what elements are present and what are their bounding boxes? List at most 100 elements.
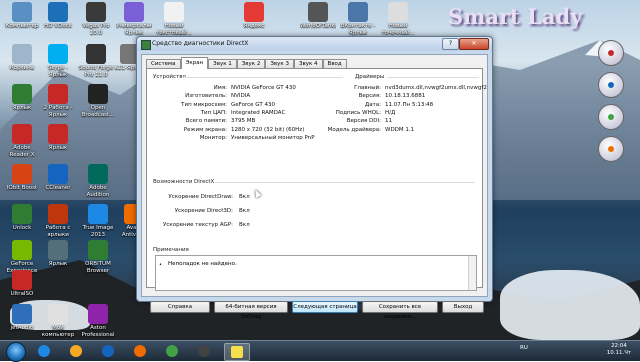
notes-box[interactable]: • Неполадок не найдено. xyxy=(155,255,477,291)
desktop-icon-label: Vegas Pro 10.0 xyxy=(82,23,110,36)
desktop-icon-label: UltraISO xyxy=(10,291,34,297)
taskbar-media-player-button[interactable] xyxy=(96,343,120,359)
watermark: Smart Lady xyxy=(448,4,583,29)
device-row-memory: Всего памяти: 3795 MB xyxy=(185,118,256,125)
app-icon xyxy=(12,270,32,290)
taskbar-dxdiag-button[interactable] xyxy=(224,343,250,361)
taskbar-explorer-button[interactable] xyxy=(64,343,88,359)
help-button[interactable]: Справка xyxy=(150,301,210,313)
desktop-icon[interactable]: True Image 2013 xyxy=(80,204,116,238)
next-page-button[interactable]: Следующая страница xyxy=(292,301,358,313)
driver-row-model: Модель драйвера: WDDM 1.1 xyxy=(327,126,415,133)
app-icon xyxy=(48,204,68,224)
desktop-icon[interactable]: CCleaner xyxy=(40,164,76,198)
desktop-icon[interactable]: Универсальн... Ярлык xyxy=(116,2,152,36)
app-icon xyxy=(12,44,32,64)
features-heading: Возможности DirectX xyxy=(153,179,215,185)
desktop-icon-label: HD VDeck xyxy=(44,23,72,29)
desktop-icon[interactable]: UltraISO xyxy=(4,270,40,304)
driver-row-main: Главный: nvd3dumx.dll,nvwgf2umx.dll,nvwg… xyxy=(354,85,487,91)
desktop-icon[interactable]: Adobe Audition xyxy=(80,164,116,198)
desktop-icon[interactable]: 2 Работа - Ярлык xyxy=(40,84,76,118)
exit-button[interactable]: Выход xyxy=(442,301,484,313)
desktop-icon[interactable]: ORBITUM Browser xyxy=(80,240,116,274)
start-button[interactable] xyxy=(6,342,26,362)
desktop-icon[interactable]: Ярлык xyxy=(4,84,40,118)
device-row-manufacturer: Изготовитель: NVIDIA xyxy=(185,93,251,100)
desktop-icon[interactable]: Новый точечный... xyxy=(380,2,416,36)
desktop-icon-label: Adobe Audition xyxy=(86,185,110,198)
taskbar-chrome-button[interactable] xyxy=(160,343,184,359)
desktop-icon[interactable]: Unlock xyxy=(4,204,40,238)
desktop-icon[interactable]: Корзина xyxy=(4,44,40,78)
desktop-icon[interactable]: HD VDeck xyxy=(40,2,76,36)
window-titlebar[interactable]: Средство диагностики DirectX ? ✕ xyxy=(137,37,492,51)
desktop-icon[interactable]: Aston Professional xyxy=(80,304,116,338)
device-row-mode: Режим экрана: 1280 x 720 (32 bit) (60Hz) xyxy=(183,126,305,133)
desktop-icon-label: True Image 2013 xyxy=(82,225,114,238)
app-icon xyxy=(48,2,68,22)
tab-display[interactable]: Экран xyxy=(180,57,209,69)
desktop-icon-label: Ярлык xyxy=(12,105,32,111)
gadget-icon[interactable] xyxy=(598,136,624,162)
taskbar-firefox-button[interactable] xyxy=(128,343,152,359)
gadget-icon[interactable] xyxy=(598,40,624,66)
desktop-icon-label: Корзина xyxy=(9,65,35,71)
device-heading: Устройство xyxy=(153,74,186,80)
desktop-icon[interactable]: Skype - Ярлык xyxy=(40,44,76,78)
chrome-icon xyxy=(166,345,178,357)
desktop-icon[interactable]: Vegas Pro 10.0 xyxy=(78,2,114,36)
desktop-icon[interactable]: Компьютер xyxy=(4,2,40,36)
taskbar: RU 22:04 10.11.Чт xyxy=(0,340,640,362)
desktop-icon[interactable]: Sound Forge Pro 11.0 xyxy=(78,44,114,78)
dxdiag64-button[interactable]: 64-битная версия DxDiag xyxy=(214,301,288,320)
app-icon xyxy=(12,204,32,224)
desktop-icon-label: ВКонтакте - Ярлык xyxy=(340,23,376,36)
gadget-icon[interactable] xyxy=(598,104,624,130)
desktop-icon[interactable]: Adobe Reader X xyxy=(4,124,40,158)
desktop-icon[interactable]: jetAudio xyxy=(4,304,40,338)
app-icon xyxy=(12,124,32,144)
desktop-icon[interactable]: Работа с ярлыки xyxy=(40,204,76,238)
app-icon xyxy=(12,2,32,22)
desktop-icon-label: Новый текстовый... xyxy=(156,23,192,36)
app-icon xyxy=(48,124,68,144)
desktop-icon[interactable]: Open Broadcast... xyxy=(80,84,116,118)
desktop-icon[interactable]: Яндекс xyxy=(236,2,272,36)
app-icon xyxy=(244,2,264,22)
tray-clock[interactable]: 22:04 10.11.Чт xyxy=(604,343,634,357)
desktop-icon[interactable]: ВКонтакте - Ярлык xyxy=(340,2,376,36)
desktop-icon-label: jetAudio xyxy=(10,325,34,331)
app-icon xyxy=(12,304,32,324)
notes-scrollbar[interactable] xyxy=(468,256,476,290)
clock-time: 22:04 xyxy=(611,343,627,349)
desktop-icon[interactable]: Новый текстовый... xyxy=(156,2,192,36)
dxdiag-icon xyxy=(231,346,243,358)
desktop-icon-label: Яндекс xyxy=(243,23,265,29)
desktop-icon[interactable]: Мой компьютер xyxy=(40,304,76,338)
help-icon[interactable]: ? xyxy=(442,38,459,50)
dxdiag-icon xyxy=(141,40,151,50)
desktop-icon-label: Adobe Reader X xyxy=(9,145,35,158)
desktop-icon[interactable]: Ярлык xyxy=(40,240,76,274)
feature-row-directdraw: Ускорение DirectDraw: Вкл xyxy=(168,194,250,200)
taskbar-ie-button[interactable] xyxy=(32,343,56,359)
app-icon xyxy=(124,2,144,22)
desktop-icon[interactable]: IObit Boost xyxy=(4,164,40,198)
desktop-icon[interactable]: Ярлык xyxy=(40,124,76,158)
app-icon xyxy=(388,2,408,22)
ice-floe xyxy=(500,270,640,340)
window-title: Средство диагностики DirectX xyxy=(152,40,249,47)
taskbar-obs-button[interactable] xyxy=(192,343,216,359)
app-icon xyxy=(48,240,68,260)
tray-language[interactable]: RU xyxy=(520,345,528,351)
tab-strip: Система Экран Звук 1 Звук 2 Звук 3 Звук … xyxy=(146,57,347,69)
desktop-icon[interactable]: WorldOfTanks xyxy=(300,2,336,36)
desktop-icon-label: Универсальн... Ярлык xyxy=(116,23,152,36)
app-icon xyxy=(86,2,106,22)
desktop-icon[interactable]: GeForce Experience xyxy=(4,240,40,274)
gadget-icon[interactable] xyxy=(598,72,624,98)
save-all-button[interactable]: Сохранить все сведения... xyxy=(362,301,438,320)
close-icon[interactable]: ✕ xyxy=(459,38,489,50)
dxdiag-window: Средство диагностики DirectX ? ✕ Система… xyxy=(136,36,493,320)
